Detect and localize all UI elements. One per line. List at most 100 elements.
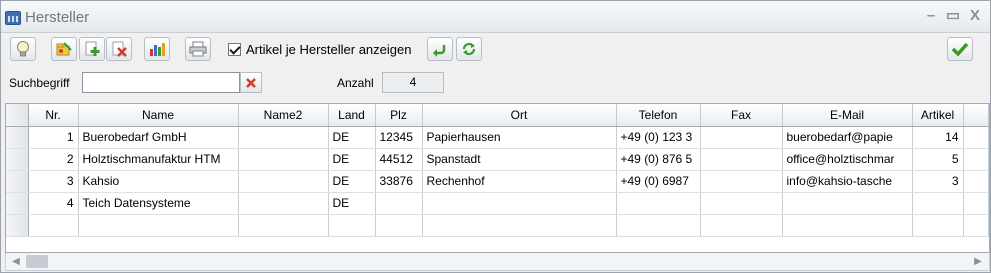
cell-plz[interactable]	[375, 192, 423, 215]
table-row[interactable]: 2 Holztischmanufaktur HTM DE 44512 Spans…	[6, 148, 989, 171]
cell-telefon[interactable]: +49 (0) 876 5	[616, 148, 701, 171]
cell-nr[interactable]: 4	[28, 192, 79, 215]
cell-filler	[963, 148, 989, 171]
cell-nr[interactable]: 3	[28, 170, 79, 193]
articles-per-manufacturer-checkbox[interactable]	[228, 43, 241, 56]
clear-search-button[interactable]	[240, 72, 262, 93]
cell-telefon[interactable]: +49 (0) 6987	[616, 170, 701, 193]
title-bar[interactable]: Hersteller – ▭ X	[1, 1, 990, 33]
info-button[interactable]	[10, 37, 36, 61]
cell-artikel[interactable]	[912, 214, 964, 237]
column-header-ort[interactable]: Ort	[422, 104, 617, 127]
cell-artikel[interactable]: 5	[912, 148, 964, 171]
cell-name[interactable]	[78, 214, 239, 237]
cell-email[interactable]: office@holztischmar	[782, 148, 913, 171]
cell-ort[interactable]	[422, 214, 617, 237]
cell-name2[interactable]	[238, 170, 329, 193]
column-header-filler	[963, 104, 989, 127]
cell-artikel[interactable]	[912, 192, 964, 215]
row-indicator[interactable]	[6, 148, 29, 171]
scrollbar-thumb[interactable]	[26, 255, 48, 268]
cell-fax[interactable]	[700, 170, 783, 193]
column-header-land[interactable]: Land	[328, 104, 376, 127]
refresh-button[interactable]	[456, 37, 482, 61]
delete-button[interactable]	[106, 37, 132, 61]
cell-name[interactable]: Buerobedarf GmbH	[78, 126, 239, 149]
cell-fax[interactable]	[700, 214, 783, 237]
cell-artikel[interactable]: 14	[912, 126, 964, 149]
open-button[interactable]	[51, 37, 77, 61]
cell-fax[interactable]	[700, 192, 783, 215]
undo-icon	[433, 45, 446, 57]
cell-plz[interactable]: 12345	[375, 126, 423, 149]
lightbulb-icon	[17, 41, 29, 57]
cell-telefon[interactable]	[616, 214, 701, 237]
table-row-empty[interactable]	[6, 214, 989, 237]
cell-email[interactable]: info@kahsio-tasche	[782, 170, 913, 193]
add-button[interactable]	[79, 37, 105, 61]
cell-name2[interactable]	[238, 148, 329, 171]
cell-land[interactable]: DE	[328, 170, 376, 193]
articles-per-manufacturer-label: Artikel je Hersteller anzeigen	[246, 42, 412, 57]
articles-per-manufacturer-toggle[interactable]: Artikel je Hersteller anzeigen	[228, 42, 411, 57]
row-indicator[interactable]	[6, 192, 29, 215]
horizontal-scrollbar[interactable]: ◀ ▶	[5, 253, 990, 271]
manufacturer-grid[interactable]: Nr. Name Name2 Land Plz Ort Telefon Fax …	[5, 103, 990, 253]
refresh-icon	[462, 42, 476, 56]
confirm-button[interactable]	[947, 37, 973, 61]
cell-ort[interactable]: Rechenhof	[422, 170, 617, 193]
column-header-plz[interactable]: Plz	[375, 104, 423, 127]
cell-plz[interactable]: 33876	[375, 170, 423, 193]
cell-filler	[963, 126, 989, 149]
cell-ort[interactable]	[422, 192, 617, 215]
cell-ort[interactable]: Papierhausen	[422, 126, 617, 149]
print-button[interactable]	[185, 37, 211, 61]
cell-land[interactable]	[328, 214, 376, 237]
undo-button[interactable]	[427, 37, 453, 61]
cell-name[interactable]: Holztischmanufaktur HTM	[78, 148, 239, 171]
cell-email[interactable]	[782, 192, 913, 215]
close-button[interactable]: X	[966, 7, 984, 25]
cell-ort[interactable]: Spanstadt	[422, 148, 617, 171]
row-indicator[interactable]	[6, 126, 29, 149]
column-header-email[interactable]: E-Mail	[782, 104, 913, 127]
table-row[interactable]: 1 Buerobedarf GmbH DE 12345 Papierhausen…	[6, 126, 989, 149]
app-icon	[5, 11, 21, 25]
cell-artikel[interactable]: 3	[912, 170, 964, 193]
scroll-left-icon[interactable]: ◀	[10, 256, 22, 268]
column-header-telefon[interactable]: Telefon	[616, 104, 701, 127]
scroll-right-icon[interactable]: ▶	[972, 256, 984, 268]
cell-fax[interactable]	[700, 126, 783, 149]
cell-name[interactable]: Teich Datensysteme	[78, 192, 239, 215]
cell-plz[interactable]	[375, 214, 423, 237]
cell-plz[interactable]: 44512	[375, 148, 423, 171]
cell-land[interactable]: DE	[328, 192, 376, 215]
cell-name2[interactable]	[238, 192, 329, 215]
maximize-button[interactable]: ▭	[944, 7, 962, 25]
column-header-name[interactable]: Name	[78, 104, 239, 127]
cell-name[interactable]: Kahsio	[78, 170, 239, 193]
cell-nr[interactable]: 1	[28, 126, 79, 149]
row-indicator[interactable]	[6, 214, 29, 237]
column-header-name2[interactable]: Name2	[238, 104, 329, 127]
table-row[interactable]: 4 Teich Datensysteme DE	[6, 192, 989, 215]
column-header-artikel[interactable]: Artikel	[912, 104, 964, 127]
cell-nr[interactable]: 2	[28, 148, 79, 171]
minimize-button[interactable]: –	[922, 7, 940, 25]
column-header-fax[interactable]: Fax	[700, 104, 783, 127]
cell-telefon[interactable]	[616, 192, 701, 215]
cell-telefon[interactable]: +49 (0) 123 3	[616, 126, 701, 149]
cell-fax[interactable]	[700, 148, 783, 171]
column-header-nr[interactable]: Nr.	[28, 104, 79, 127]
cell-name2[interactable]	[238, 126, 329, 149]
cell-nr[interactable]	[28, 214, 79, 237]
cell-email[interactable]	[782, 214, 913, 237]
cell-email[interactable]: buerobedarf@papie	[782, 126, 913, 149]
search-input[interactable]	[82, 72, 240, 93]
statistics-button[interactable]	[144, 37, 170, 61]
table-row[interactable]: 3 Kahsio DE 33876 Rechenhof +49 (0) 6987…	[6, 170, 989, 193]
cell-land[interactable]: DE	[328, 126, 376, 149]
cell-name2[interactable]	[238, 214, 329, 237]
cell-land[interactable]: DE	[328, 148, 376, 171]
row-indicator[interactable]	[6, 170, 29, 193]
